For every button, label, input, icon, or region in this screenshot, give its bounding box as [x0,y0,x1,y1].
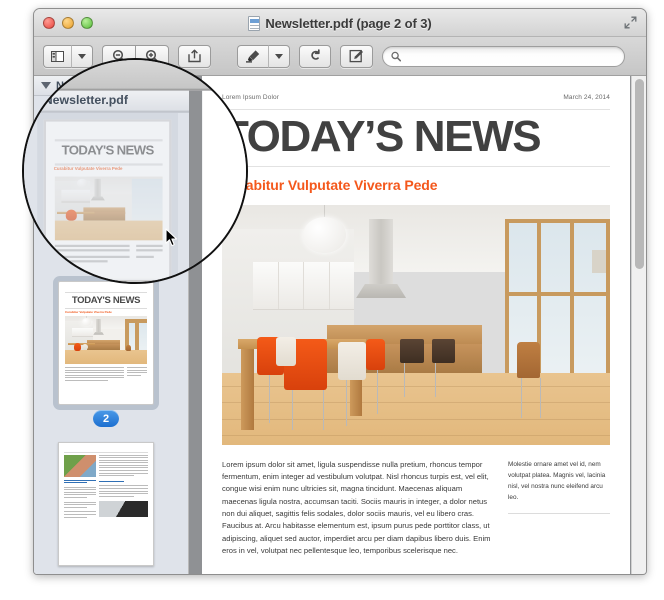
search-icon [391,51,402,61]
chevron-down-icon [78,53,86,59]
thumbnail-page-2-content: TODAY'S NEWS Curabitur Vulputate Viverra… [59,282,153,404]
magnified-doc-bg [202,90,246,282]
window-title: Newsletter.pdf (page 2 of 3) [265,15,432,31]
sidebar-note-divider [508,512,610,514]
document-columns: Lorem ipsum dolor sit amet, ligula suspe… [222,459,610,557]
thumbnail-item-3[interactable] [34,442,178,566]
window-titlebar[interactable]: Newsletter.pdf (page 2 of 3) [34,9,646,37]
rotate-left-icon [311,49,320,60]
magnifier-circle: Newsletter.pdf TODAY'S NEWS Curabitur Vu… [22,58,248,284]
thumbnail-page-3-content [59,443,153,565]
mini-photo-2 [65,316,147,364]
scrollbar-thumb[interactable] [635,79,644,269]
fullscreen-icon[interactable] [624,16,637,29]
document-body-text: Lorem ipsum dolor sit amet, ligula suspe… [222,459,491,555]
maximize-button[interactable] [81,17,93,29]
magnified-sidebar-header: Newsletter.pdf [24,90,189,113]
magnifier-clip: Newsletter.pdf TODAY'S NEWS Curabitur Vu… [24,60,246,282]
mini-running-head [64,447,148,450]
mini-running-head [65,287,147,290]
magnified-mini-title-1: TODAY'S NEWS [61,144,155,158]
header-divider [222,109,610,110]
search-field[interactable] [382,45,625,67]
document-subtitle: Curabitur Vulputate Viverra Pede [222,176,438,193]
document-page: Lorem Ipsum Dolor March 24, 2014 TODAY’S… [202,76,630,574]
title-divider [222,165,610,167]
mini-subtitle-2: Curabitur Vulputate Viverra Pede [65,310,112,314]
window-title-group: Newsletter.pdf (page 2 of 3) [34,9,646,37]
highlight-dropdown[interactable] [268,44,290,68]
document-title: TODAY’S NEWS [222,112,542,161]
magnified-toolbar-edge [24,60,246,91]
pdf-document-icon [248,15,261,31]
close-button[interactable] [43,17,55,29]
document-pane[interactable]: Lorem Ipsum Dolor March 24, 2014 TODAY’S… [189,76,646,574]
mini-title-2: TODAY'S NEWS [71,294,141,306]
rotate-button[interactable]: Rotate Left [299,44,331,68]
markup-button[interactable]: Markup [340,44,373,68]
magnified-thumbnail-1[interactable]: TODAY'S NEWS Curabitur Vulputate Viverra… [43,119,172,282]
document-hero-photo [222,204,610,445]
magnified-sidebar-bg [24,90,189,282]
mouse-pointer-icon [165,228,178,247]
magnified-sidebar-title: Newsletter.pdf [43,94,128,108]
running-head-right: March 24, 2014 [563,94,610,101]
chevron-down-icon [275,53,283,59]
magnified-mini-subtitle-1: Curabitur Vulputate Viverra Pede [53,167,123,173]
magnifier-content: Newsletter.pdf TODAY'S NEWS Curabitur Vu… [24,60,246,282]
vertical-scrollbar[interactable] [631,76,646,574]
document-sidebar-note: Molestie ornare amet vel id, nem volutpa… [508,460,606,501]
minimize-button[interactable] [62,17,74,29]
thumbnail-page-2[interactable]: TODAY'S NEWS Curabitur Vulputate Viverra… [53,276,159,410]
document-sidebar-column: Molestie ornare amet vel id, nem volutpa… [508,459,610,557]
search-input[interactable] [406,49,616,63]
magnified-disclosure-icon [30,97,40,104]
markup-pencil-icon [349,49,363,63]
highlighter-pen-icon [246,50,260,63]
thumbnail-item-2[interactable]: TODAY'S NEWS Curabitur Vulputate Viverra… [34,276,178,427]
magnified-thumbnail-2[interactable]: 2 [30,280,159,282]
thumbnail-page-badge-2: 2 [93,410,119,427]
thumbnail-page-3[interactable] [58,442,154,566]
magnified-pane-divider [189,90,203,282]
document-running-head: Lorem Ipsum Dolor March 24, 2014 [222,94,610,101]
